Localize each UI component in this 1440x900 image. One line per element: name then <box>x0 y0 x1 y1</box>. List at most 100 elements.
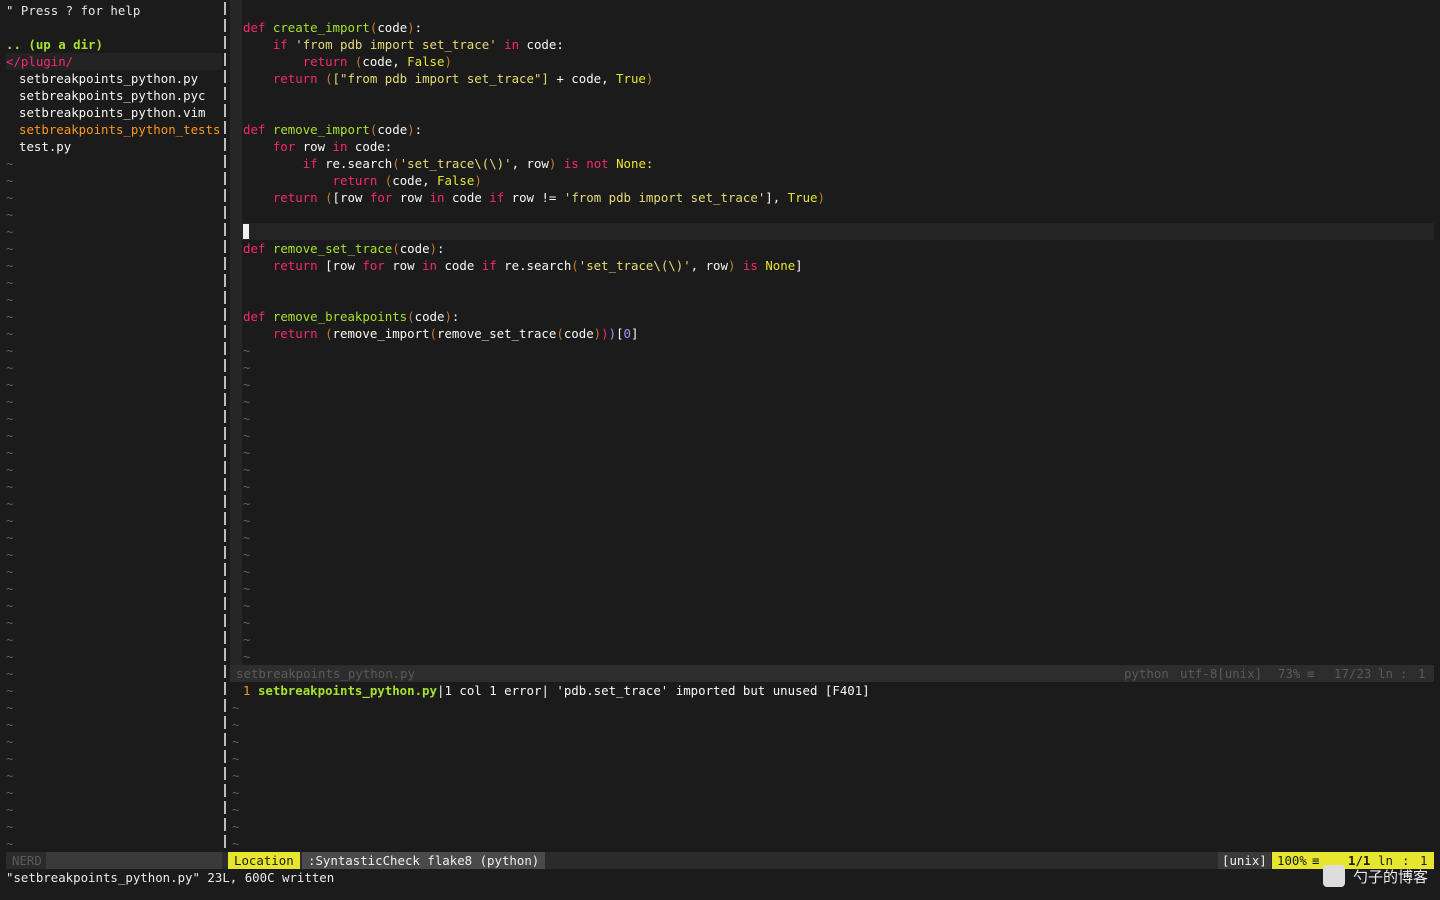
empty-line-tilde: ~ <box>6 173 14 188</box>
split-bar-segment <box>224 495 226 508</box>
empty-line-tilde: ~ <box>6 207 14 222</box>
code-line-11: return ([row for row in code if row != '… <box>272 190 825 205</box>
split-bar-segment <box>224 257 226 270</box>
empty-line-tilde: ~ <box>232 717 240 732</box>
code-line-1: def create_import(code): <box>243 20 423 35</box>
status-filename: setbreakpoints_python.py <box>236 666 416 681</box>
split-bar-segment <box>224 206 226 219</box>
split-bar-segment <box>224 87 226 100</box>
empty-line-tilde: ~ <box>6 309 14 324</box>
empty-line-tilde: ~ <box>243 513 251 528</box>
split-bar-segment <box>224 36 226 49</box>
empty-line-tilde: ~ <box>6 479 14 494</box>
empty-line-tilde: ~ <box>6 632 14 647</box>
code-line-2: if 'from pdb import set_trace' in code: <box>272 37 564 52</box>
empty-line-tilde: ~ <box>243 343 251 358</box>
split-bar-segment <box>224 274 226 287</box>
lines-icon: ≡ <box>1307 666 1315 681</box>
colon-separator: : <box>1400 666 1408 681</box>
empty-line-tilde: ~ <box>243 496 251 511</box>
empty-line-tilde: ~ <box>6 445 14 460</box>
empty-line-tilde: ~ <box>243 411 251 426</box>
empty-line-tilde: ~ <box>243 598 251 613</box>
split-bar-segment <box>224 512 226 525</box>
split-bar-segment <box>224 359 226 372</box>
empty-line-tilde: ~ <box>6 598 14 613</box>
status-position: 17/23 <box>1334 666 1372 681</box>
empty-line-tilde: ~ <box>232 734 240 749</box>
empty-line-tilde: ~ <box>6 275 14 290</box>
lines-icon: ≡ <box>1312 853 1320 868</box>
empty-line-tilde: ~ <box>243 479 251 494</box>
empty-line-tilde: ~ <box>243 360 251 375</box>
empty-line-tilde: ~ <box>6 258 14 273</box>
empty-line-tilde: ~ <box>243 377 251 392</box>
status-percent: 73% <box>1278 666 1301 681</box>
empty-line-tilde: ~ <box>243 581 251 596</box>
split-bar-segment <box>224 733 226 746</box>
split-bar-segment <box>224 444 226 457</box>
split-bar-segment <box>224 699 226 712</box>
code-line-8: for row in code: <box>272 139 393 154</box>
empty-line-tilde: ~ <box>243 547 251 562</box>
empty-line-tilde: ~ <box>6 462 14 477</box>
nerdtree-file[interactable]: test.py <box>19 138 235 155</box>
command-line[interactable]: "setbreakpoints_python.py" 23L, 600C wri… <box>6 869 334 886</box>
empty-line-tilde: ~ <box>6 156 14 171</box>
split-bar-segment <box>224 138 226 151</box>
split-bar-segment <box>224 597 226 610</box>
empty-line-tilde: ~ <box>232 836 240 851</box>
empty-line-tilde: ~ <box>243 394 251 409</box>
split-bar-segment <box>224 70 226 83</box>
nerdtree-file[interactable]: setbreakpoints_python.pyc <box>19 87 235 104</box>
nerdtree-file-modified[interactable]: setbreakpoints_python_tests.p <box>19 121 222 138</box>
empty-line-tilde: ~ <box>6 190 14 205</box>
split-bar-segment <box>224 121 226 134</box>
split-bar-segment <box>224 53 226 66</box>
empty-line-tilde: ~ <box>232 700 240 715</box>
code-line-9: if re.search('set_trace\(\)', row) is no… <box>302 156 654 171</box>
split-bar-segment <box>224 529 226 542</box>
code-line-14: def remove_set_trace(code): <box>243 241 445 256</box>
watermark-text: 勺子的博客 <box>1352 867 1428 886</box>
empty-line-tilde: ~ <box>6 360 14 375</box>
nerdtree-file[interactable]: setbreakpoints_python.vim <box>19 104 235 121</box>
code-line-18: def remove_breakpoints(code): <box>243 309 460 324</box>
status-format: [unix] <box>1218 852 1271 869</box>
code-line-15: return [row for row in code if re.search… <box>272 258 803 273</box>
nerdtree-file[interactable]: setbreakpoints_python.py <box>19 70 235 87</box>
split-bar-segment <box>224 155 226 168</box>
code-line-3: return (code, False) <box>302 54 452 69</box>
nerdtree-panel: " Press ? for help .. (up a dir) </plugi… <box>0 0 222 852</box>
nerdtree-root-dir[interactable]: </plugin/ <box>6 53 222 70</box>
empty-line-tilde: ~ <box>243 649 251 664</box>
editor-statusline: setbreakpoints_python.py python utf-8[un… <box>230 665 1434 682</box>
split-bar-segment <box>224 410 226 423</box>
empty-line-tilde: ~ <box>6 241 14 256</box>
empty-line-tilde: ~ <box>243 445 251 460</box>
empty-line-tilde: ~ <box>232 802 240 817</box>
nerdtree-updir[interactable]: .. (up a dir) <box>6 36 222 53</box>
empty-line-tilde: ~ <box>6 377 14 392</box>
split-bar-segment <box>224 784 226 797</box>
split-bar-segment <box>224 308 226 321</box>
empty-line-tilde: ~ <box>232 785 240 800</box>
sign-column <box>230 0 242 665</box>
empty-line-tilde: ~ <box>6 224 14 239</box>
split-bar-segment <box>224 580 226 593</box>
nerdtree-help: " Press ? for help <box>6 3 141 18</box>
status-ln: ln <box>1378 666 1393 681</box>
empty-line-tilde: ~ <box>6 666 14 681</box>
empty-line-tilde: ~ <box>6 768 14 783</box>
empty-line-tilde: ~ <box>6 343 14 358</box>
split-bar-segment <box>224 427 226 440</box>
editor-window[interactable]: def create_import(code): if 'from pdb im… <box>230 0 1434 665</box>
location-list-entry[interactable]: 1 setbreakpoints_python.py|1 col 1 error… <box>243 682 870 699</box>
split-bar-segment <box>224 104 226 117</box>
status-mode: Location <box>228 852 300 869</box>
empty-line-tilde: ~ <box>6 530 14 545</box>
empty-line-tilde: ~ <box>6 496 14 511</box>
split-bar-segment <box>224 291 226 304</box>
vertical-split-separator[interactable] <box>222 0 230 852</box>
empty-line-tilde: ~ <box>6 292 14 307</box>
